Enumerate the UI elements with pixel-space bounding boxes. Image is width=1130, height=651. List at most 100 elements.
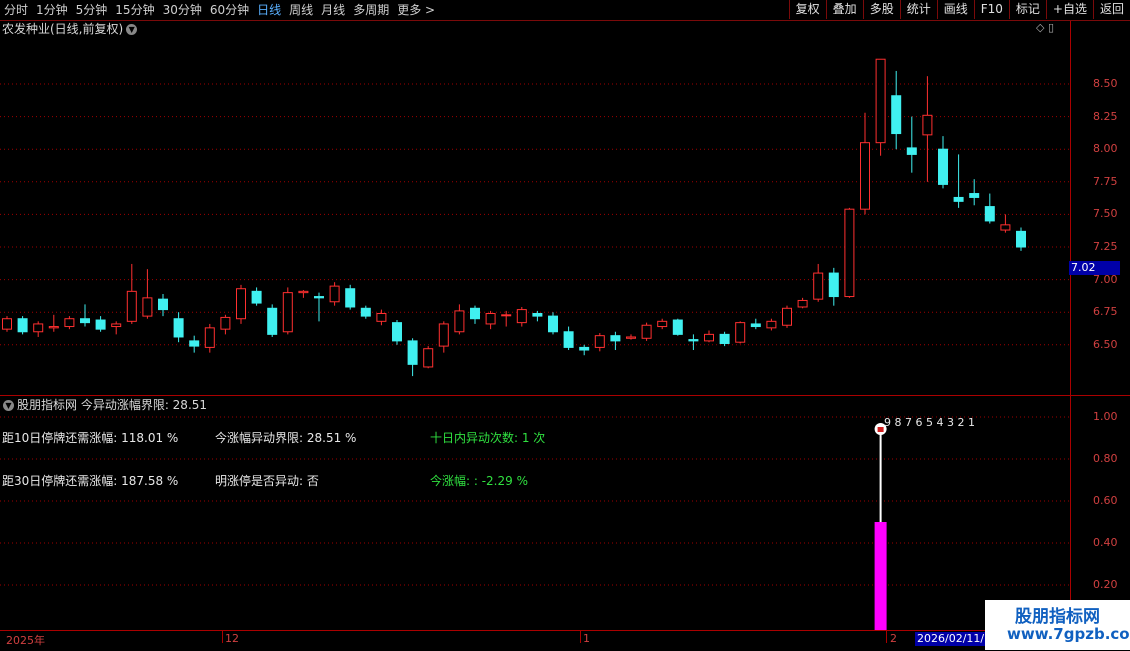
period-tab[interactable]: 15分钟 [111, 0, 158, 20]
candle [267, 304, 278, 337]
toolbar-button[interactable]: 画线 [936, 0, 974, 19]
toolbar-button[interactable]: 多股 [862, 0, 900, 19]
candle [750, 318, 761, 330]
candle-body [719, 333, 730, 344]
side-strip[interactable] [1120, 21, 1130, 630]
candle [314, 292, 324, 322]
indicator-chart[interactable] [0, 396, 1070, 630]
candle [158, 293, 168, 317]
candle-body [828, 272, 839, 298]
toolbar-button[interactable]: 统计 [899, 0, 937, 19]
indicator-axis-label: 1.00 [1093, 410, 1118, 423]
price-axis-label: 7.25 [1093, 240, 1118, 253]
window-controls: ◇ ▯ [1036, 21, 1054, 38]
candle-body [516, 309, 527, 324]
candle-body [251, 290, 262, 304]
candle-body [204, 327, 215, 348]
indicator-axis-label: 0.40 [1093, 536, 1118, 549]
candle-body [2, 318, 12, 330]
period-tab[interactable]: 月线 [317, 0, 349, 20]
candle-body [548, 315, 558, 333]
candle [407, 338, 418, 377]
candle [282, 287, 293, 335]
date-label-feb: 2 [890, 632, 897, 645]
candle [1000, 214, 1011, 233]
candle [735, 321, 746, 344]
candle [828, 267, 839, 306]
candlestick-chart[interactable] [0, 38, 1070, 394]
period-tab[interactable]: 日线 [253, 0, 285, 20]
candle [438, 321, 449, 353]
candle-body [329, 285, 340, 303]
price-axis-label: 8.00 [1093, 142, 1118, 156]
period-tab[interactable]: 30分钟 [159, 0, 206, 20]
toolbar-button[interactable]: 标记 [1008, 0, 1046, 19]
candle-body [532, 313, 543, 317]
candle [891, 70, 902, 150]
period-tab[interactable]: 1分钟 [32, 0, 72, 20]
candle-body [470, 307, 480, 320]
candle [189, 335, 200, 353]
toolbar-button[interactable]: 返回 [1092, 0, 1130, 19]
period-tab[interactable]: 60分钟 [206, 0, 253, 20]
diamond-icon[interactable]: ◇ [1036, 21, 1044, 34]
candle-body [80, 318, 90, 324]
candle-body [1016, 230, 1026, 248]
indicator-axis-label: 0.60 [1093, 494, 1118, 507]
candle [80, 304, 90, 327]
candle [813, 263, 824, 302]
toolbar-button[interactable]: 复权 [788, 0, 826, 19]
candle-body [33, 323, 44, 333]
period-tab[interactable]: 分时 [0, 0, 32, 20]
candle [922, 76, 933, 182]
candle [360, 305, 371, 319]
toolbar-button[interactable]: +自选 [1045, 0, 1093, 19]
period-tab[interactable]: 多周期 [349, 0, 393, 20]
toolbar-button[interactable]: 叠加 [825, 0, 863, 19]
candle-body [938, 148, 948, 185]
period-tab[interactable]: 周线 [285, 0, 317, 20]
current-price-tag: 7.02 [1069, 261, 1123, 275]
candle-body [579, 346, 590, 351]
candle-body [688, 339, 699, 342]
candle [111, 321, 122, 335]
price-axis-label: 6.75 [1093, 305, 1118, 319]
toolbar-button[interactable]: F10 [973, 0, 1009, 19]
candle-body [672, 319, 683, 335]
candle [969, 179, 980, 206]
candle [938, 136, 948, 189]
candle [454, 304, 465, 335]
candle-body [111, 323, 122, 328]
candle-body [48, 326, 59, 329]
cursor-date: 2026/02/11/ [915, 632, 987, 646]
watermark-url: www.7gpzb.com [1007, 625, 1130, 643]
candle-body [158, 298, 168, 311]
window-restore-icon[interactable]: ▯ [1048, 21, 1054, 34]
candle-body [173, 318, 184, 338]
candle-body [501, 314, 512, 317]
indicator-axis-label: 0.80 [1093, 452, 1118, 465]
candle-body [922, 114, 933, 136]
candle-body [969, 193, 980, 198]
candle [657, 318, 668, 330]
period-tab[interactable]: 更多 > [393, 0, 439, 20]
candle-body [563, 331, 574, 348]
candle-body [360, 307, 371, 317]
candle [298, 290, 309, 298]
toolbar-buttons: 复权 叠加 多股 统计 画线 F10 标记 +自选 返回 [788, 0, 1130, 20]
period-tab[interactable]: 5分钟 [72, 0, 112, 20]
candle-body [735, 322, 746, 343]
candle [470, 305, 480, 324]
candle [345, 284, 356, 310]
chart-title-bar: 农发种业(日线,前复权) ▼ [0, 21, 138, 38]
candle [782, 305, 792, 328]
candle [501, 310, 512, 327]
watermark: 股朋指标网 www.7gpzb.com [985, 600, 1130, 650]
candle-body [860, 142, 870, 210]
candle-body [314, 296, 324, 299]
candle [797, 297, 808, 309]
candle-body [984, 206, 995, 222]
watermark-title: 股朋指标网 [1015, 607, 1100, 627]
candle [641, 322, 652, 341]
chevron-down-icon[interactable]: ▼ [126, 24, 138, 35]
